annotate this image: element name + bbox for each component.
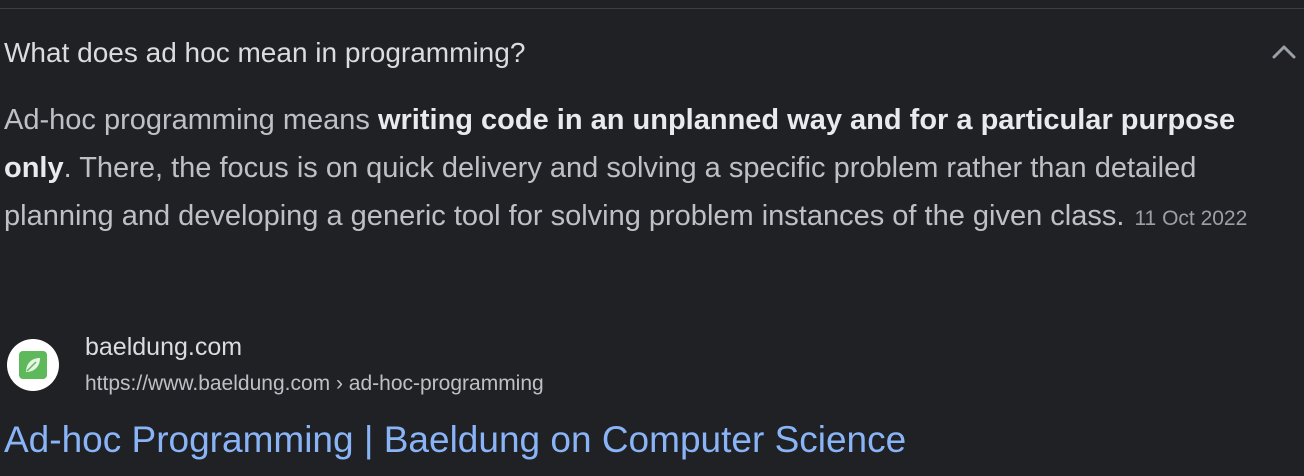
- answer-rest: . There, the focus is on quick delivery …: [4, 152, 1197, 232]
- site-favicon[interactable]: [7, 339, 59, 391]
- answer-intro: Ad-hoc programming means: [4, 104, 378, 136]
- question-text: What does ad hoc mean in programming?: [4, 37, 526, 68]
- leaf-glyph: [26, 358, 40, 372]
- search-result-panel: What does ad hoc mean in programming? Ad…: [0, 0, 1304, 476]
- site-name[interactable]: baeldung.com: [85, 332, 242, 362]
- result-title-link[interactable]: Ad-hoc Programming | Baeldung on Compute…: [4, 418, 906, 462]
- chevron-up-icon[interactable]: [1270, 38, 1298, 66]
- answer-date: 11 Oct 2022: [1134, 207, 1248, 230]
- divider: [0, 8, 1304, 9]
- question-accordion-header[interactable]: What does ad hoc mean in programming?: [0, 24, 1304, 80]
- answer-snippet: Ad-hoc programming means writing code in…: [4, 96, 1294, 243]
- baeldung-leaf-icon: [19, 351, 47, 379]
- site-url-breadcrumb[interactable]: https://www.baeldung.com › ad-hoc-progra…: [85, 371, 544, 397]
